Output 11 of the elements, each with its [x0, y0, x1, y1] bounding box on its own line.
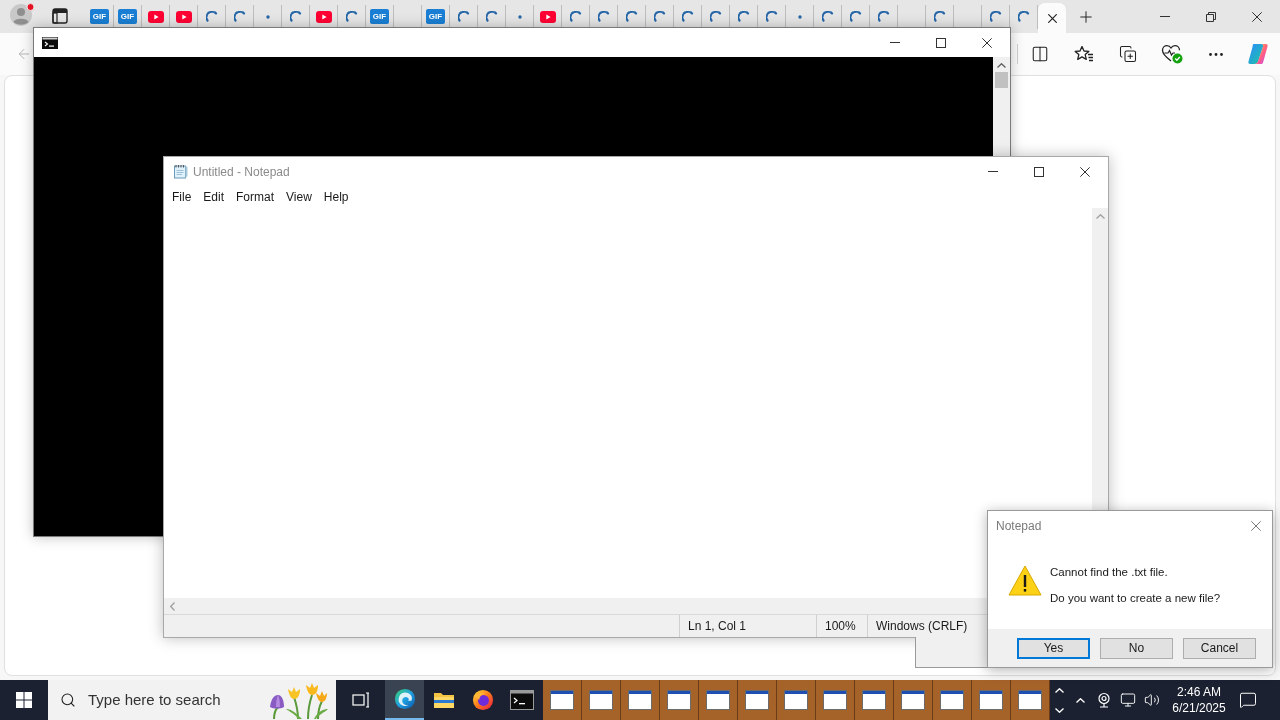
status-text: Ln 1, Col 1	[688, 618, 747, 635]
gif-favicon: GIF	[426, 9, 445, 24]
status-text: Windows (CRLF)	[876, 618, 968, 635]
gif-favicon: GIF	[118, 9, 137, 24]
dialog-title: Notepad	[996, 518, 1042, 535]
gif-favicon: GIF	[90, 9, 109, 24]
dialog-question: Do you want to create a new file?	[1050, 591, 1221, 605]
window-title: Untitled - Notepad	[193, 163, 290, 181]
gif-favicon: GIF	[370, 9, 389, 24]
dialog-message: Cannot find the .txt file.	[1050, 565, 1169, 579]
status-text: 100%	[825, 618, 856, 635]
